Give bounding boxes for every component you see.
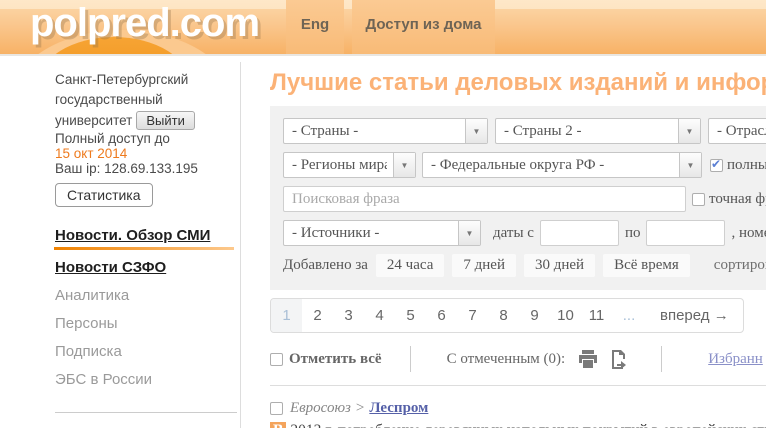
filter-panel: - Страны - ▼ - Страны 2 - ▼ - Отрасл - Р…: [270, 106, 766, 290]
sidebar: Санкт-Петербургский государственный унив…: [55, 70, 235, 428]
fulltext-checkbox-label: полны: [727, 157, 766, 174]
filter-row-search: точная фраза ст: [283, 186, 766, 212]
article-checkbox[interactable]: [270, 402, 283, 415]
results-divider: [270, 385, 766, 386]
article-category: Евросоюз: [290, 400, 351, 417]
access-expiry-date: 15 окт 2014: [55, 146, 235, 161]
period-24h-button[interactable]: 24 часа: [376, 254, 444, 277]
sidebar-item-analytics[interactable]: Аналитика: [55, 287, 235, 304]
pagination: 1 2 3 4 5 6 7 8 9 10 11 ... вперед →: [270, 298, 744, 333]
org-line-1: Санкт-Петербургский: [55, 70, 235, 90]
article-rubric-link[interactable]: Леспром: [369, 400, 428, 417]
period-7d-button[interactable]: 7 дней: [452, 254, 516, 277]
sidebar-item-news-overview[interactable]: Новости. Обзор СМИ: [55, 227, 235, 244]
favorites-link[interactable]: Избранн: [708, 351, 763, 368]
page-ellipsis[interactable]: ...: [612, 299, 646, 332]
page-10[interactable]: 10: [550, 299, 581, 332]
chevron-down-icon[interactable]: ▼: [458, 221, 480, 245]
sidebar-item-ebs-russia[interactable]: ЭБС в России: [55, 371, 235, 388]
export-document-icon[interactable]: [611, 350, 629, 369]
date-to-input[interactable]: [646, 220, 725, 246]
page-1[interactable]: 1: [271, 299, 302, 332]
sidebar-item-subscription[interactable]: Подписка: [55, 343, 235, 360]
sort-label: сортировать по да: [714, 257, 766, 274]
mark-all-checkbox[interactable]: [270, 353, 283, 366]
date-from-input[interactable]: [540, 220, 619, 246]
next-page-button[interactable]: вперед →: [646, 299, 743, 332]
sidebar-nav: Новости. Обзор СМИ Новости СЗФО Аналитик…: [55, 227, 235, 388]
selection-bar-divider: [661, 346, 662, 372]
date-to-label: по: [625, 225, 641, 242]
chevron-down-icon[interactable]: ▼: [678, 119, 700, 143]
countries-select[interactable]: - Страны - ▼: [283, 118, 488, 144]
page-4[interactable]: 4: [364, 299, 395, 332]
organization-name: Санкт-Петербургский государственный унив…: [55, 70, 235, 131]
page-7[interactable]: 7: [457, 299, 488, 332]
breadcrumb-separator: >: [356, 400, 364, 417]
sidebar-item-news-szfo[interactable]: Новости СЗФО: [55, 259, 235, 276]
page-8[interactable]: 8: [488, 299, 519, 332]
added-label: Добавлено за: [283, 257, 368, 274]
date-from-label: даты с: [493, 225, 534, 242]
filter-row-period: Добавлено за 24 часа 7 дней 30 дней Всё …: [283, 254, 766, 277]
filter-row-sources: - Источники - ▼ даты с по , номера: [283, 220, 766, 246]
exact-phrase-label: точная фраза: [709, 191, 766, 208]
sidebar-main-divider: [240, 62, 241, 428]
header: polpred.com Eng Доступ из дома: [0, 0, 766, 56]
page-3[interactable]: 3: [333, 299, 364, 332]
page-6[interactable]: 6: [426, 299, 457, 332]
filter-row-countries: - Страны - ▼ - Страны 2 - ▼ - Отрасл: [283, 118, 766, 144]
print-icon[interactable]: [578, 350, 598, 368]
page-title: Лучшие статьи деловых изданий и информ: [270, 69, 766, 97]
page-2[interactable]: 2: [302, 299, 333, 332]
page-9[interactable]: 9: [519, 299, 550, 332]
access-label: Полный доступ до: [55, 131, 235, 146]
chevron-down-icon[interactable]: ▼: [679, 153, 701, 177]
world-regions-select[interactable]: - Регионы мира - ▼: [283, 152, 416, 178]
selection-bar: Отметить всё С отмеченным (0): Избранн: [270, 346, 766, 372]
org-line-3: университетВыйти: [55, 111, 235, 131]
period-alltime-button[interactable]: Всё время: [603, 254, 690, 277]
tab-home-access[interactable]: Доступ из дома: [352, 0, 495, 56]
site-logo[interactable]: polpred.com: [30, 1, 259, 46]
filter-row-regions: - Регионы мира - ▼ - Федеральные округа …: [283, 152, 766, 178]
org-line-2: государственный: [55, 90, 235, 110]
fulltext-checkbox[interactable]: [710, 159, 723, 172]
period-30d-button[interactable]: 30 дней: [524, 254, 595, 277]
sidebar-divider: [55, 412, 237, 413]
federal-districts-select[interactable]: - Федеральные округа РФ - ▼: [422, 152, 702, 178]
article-drop-cap: В: [270, 422, 286, 428]
tab-eng[interactable]: Eng: [286, 0, 344, 56]
mark-all-label: Отметить всё: [289, 351, 382, 368]
article-snippet-text: 2013 г. потребление деревянных напольных…: [290, 422, 766, 428]
main-content: Лучшие статьи деловых изданий и информ -…: [270, 56, 766, 428]
chevron-down-icon[interactable]: ▼: [465, 119, 487, 143]
countries2-select[interactable]: - Страны 2 - ▼: [495, 118, 701, 144]
sidebar-item-persons[interactable]: Персоны: [55, 315, 235, 332]
exact-phrase-checkbox[interactable]: [692, 193, 705, 206]
article-snippet: В 2013 г. потребление деревянных напольны…: [270, 422, 766, 428]
page-11[interactable]: 11: [581, 299, 612, 332]
chevron-down-icon[interactable]: ▼: [393, 153, 415, 177]
logout-button[interactable]: Выйти: [136, 111, 195, 130]
statistics-button[interactable]: Статистика: [55, 183, 153, 207]
numbers-label: , номера: [731, 225, 766, 242]
active-item-indicator: [54, 247, 234, 250]
with-marked-label: С отмеченным (0):: [447, 351, 566, 368]
selection-bar-divider: [410, 346, 411, 372]
industries-select[interactable]: - Отрасл: [708, 118, 766, 144]
user-ip: Ваш ip: 128.69.133.195: [55, 161, 235, 176]
article-header-row: Евросоюз > Леспром: [270, 400, 766, 417]
search-input[interactable]: [283, 186, 686, 212]
page-5[interactable]: 5: [395, 299, 426, 332]
sources-select[interactable]: - Источники - ▼: [283, 220, 481, 246]
